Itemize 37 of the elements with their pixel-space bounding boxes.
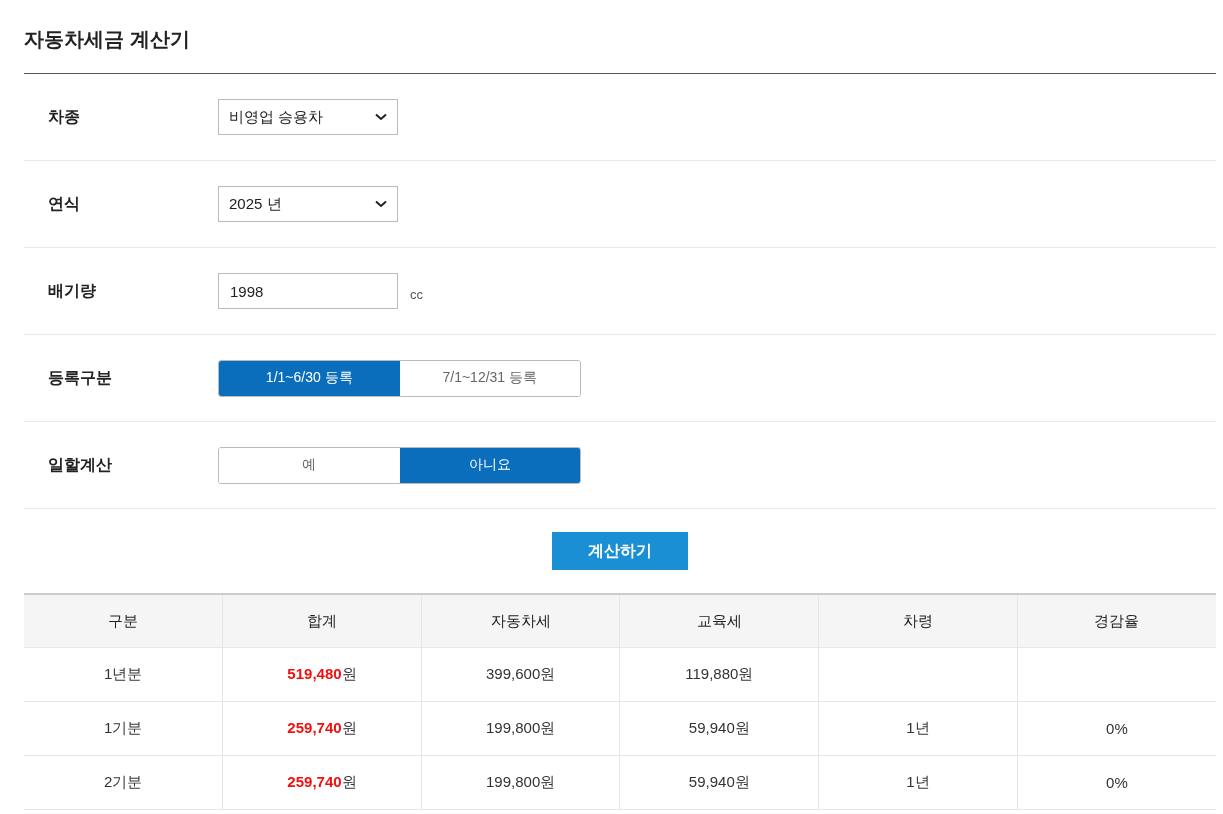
table-cell: 1기분 <box>103 719 143 736</box>
table-cell: 519,480원 <box>287 665 357 682</box>
page-title: 자동차세금 계산기 <box>24 0 1216 74</box>
table-cell: 0% <box>1106 720 1128 737</box>
toggle-option[interactable]: 아니요 <box>399 447 580 483</box>
table-cell: 59,940원 <box>688 719 750 736</box>
calculate-button[interactable]: 계산하기 <box>552 532 688 570</box>
table-cell: 259,740원 <box>287 719 357 736</box>
field-label: 일할계산 <box>48 454 113 475</box>
field-label: 배기량 <box>48 280 97 301</box>
dropdown[interactable]: 2025 년 <box>218 186 398 222</box>
table-cell: 199,800원 <box>486 719 556 736</box>
table-cell: 399,600원 <box>486 665 556 682</box>
field-label: 연식 <box>48 193 81 214</box>
column-header: 구분 <box>24 594 223 648</box>
column-header: 합계 <box>222 594 422 648</box>
column-header: 교육세 <box>619 594 819 648</box>
column-header: 차령 <box>818 594 1018 648</box>
field-label: 등록구분 <box>48 367 113 388</box>
dropdown[interactable]: 비영업 승용차 <box>218 99 398 135</box>
table-cell: 2기분 <box>103 773 143 790</box>
chevron-down-icon <box>375 200 387 208</box>
unit-label: cc <box>410 286 423 302</box>
chevron-down-icon <box>375 113 387 121</box>
column-header: 자동차세 <box>421 594 620 648</box>
table-cell: 0% <box>1106 774 1128 791</box>
field-label: 차종 <box>48 106 81 127</box>
table-cell: 259,740원 <box>287 773 357 790</box>
table-cell: 119,880원 <box>685 665 754 682</box>
column-header: 경감율 <box>1017 594 1216 648</box>
table-cell: 199,800원 <box>486 773 556 790</box>
table-cell: 1년분 <box>103 665 143 682</box>
toggle-option[interactable]: 1/1~6/30 등록 <box>219 360 400 396</box>
input-field[interactable]: 1998 <box>218 273 398 309</box>
table-cell: 1년 <box>906 719 930 736</box>
table-cell: 1년 <box>906 773 930 790</box>
table-cell: 59,940원 <box>688 773 750 790</box>
